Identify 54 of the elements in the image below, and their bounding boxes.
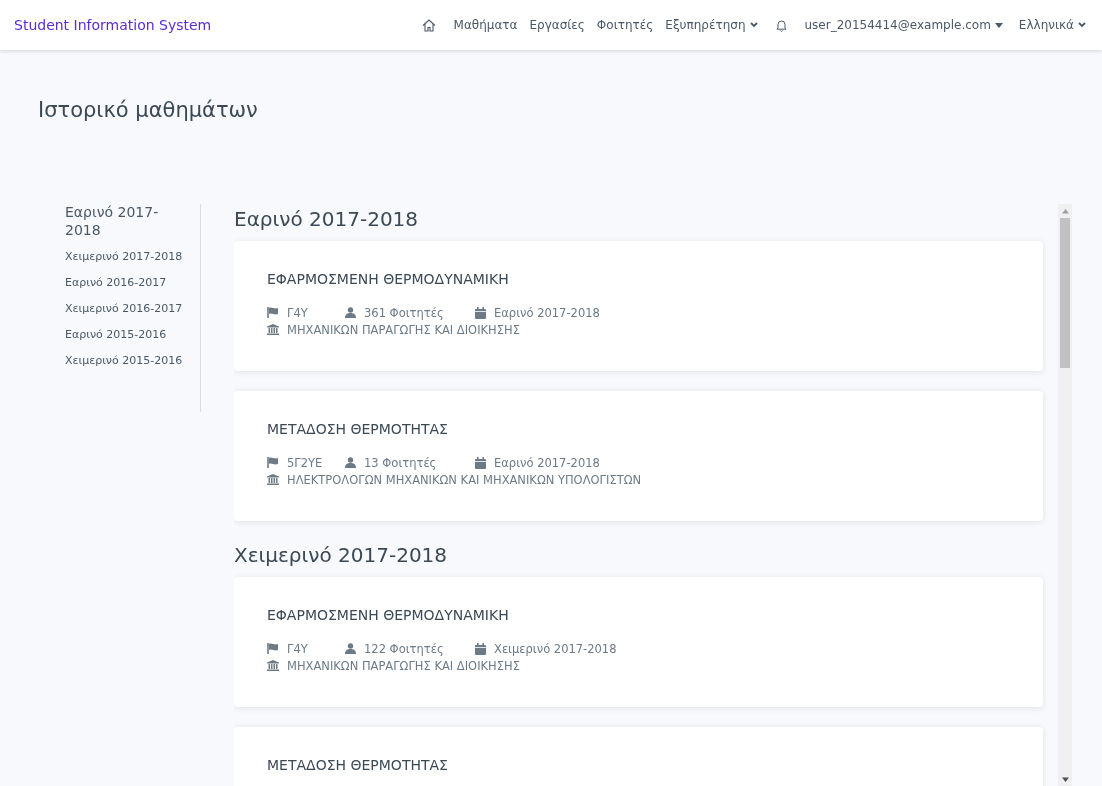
calendar-icon [475, 642, 486, 655]
course-title: ΜΕΤΑΔΟΣΗ ΘΕΡΜΟΤΗΤΑΣ [267, 421, 449, 437]
department-name: ΜΗΧΑΝΙΚΩΝ ΠΑΡΑΓΩΓΗΣ ΚΑΙ ΔΙΟΙΚΗΣΗΣ [287, 658, 520, 673]
scroll-down-icon[interactable] [1061, 777, 1069, 782]
scroll-up-icon[interactable] [1061, 209, 1069, 214]
course-semester: Εαρινό 2017-2018 [494, 455, 600, 470]
course-card[interactable]: ΜΕΤΑΔΟΣΗ ΘΕΡΜΟΤΗΤΑΣ 5Γ2ΥΕ 13 Φοιτητές Εαρινό 2017-2018 ΗΛΕΚΤΡΟΛΟΓΩΝ ΜΗΧΑΝΙΚΩΝ ΚΑΙ ΜΗΧΑΝΙΚΩΝ ΥΠΟΛΟΓΙΣΤΩΝ [234, 391, 1043, 521]
scrollbar[interactable] [1058, 204, 1072, 786]
course-code: Γ4Υ [287, 305, 308, 320]
calendar-icon [475, 456, 486, 469]
course-title: ΕΦΑΡΜΟΣΜΕΝΗ ΘΕΡΜΟΔΥΝΑΜΙΚΗ [267, 271, 510, 287]
semester-heading: Εαρινό 2017-2018 [234, 207, 420, 231]
brand-title[interactable]: Student Information System [14, 17, 212, 33]
institution-icon [267, 324, 279, 335]
semester-link[interactable]: Εαρινό 2016-2017 [65, 275, 167, 291]
course-title: ΕΦΑΡΜΟΣΜΕΝΗ ΘΕΡΜΟΔΥΝΑΜΙΚΗ [267, 607, 510, 623]
department-name: ΗΛΕΚΤΡΟΛΟΓΩΝ ΜΗΧΑΝΙΚΩΝ ΚΑΙ ΜΗΧΑΝΙΚΩΝ ΥΠΟΛΟΓΙΣΤΩΝ [287, 472, 642, 487]
institution-icon [267, 660, 279, 671]
nav-link[interactable]: Εργασίες [523, 18, 591, 32]
semester-link[interactable]: Χειμερινό 2016-2017 [65, 301, 183, 317]
calendar-icon [475, 306, 486, 319]
course-card[interactable]: ΜΕΤΑΔΟΣΗ ΘΕΡΜΟΤΗΤΑΣ [234, 727, 1043, 786]
course-semester: Χειμερινό 2017-2018 [494, 641, 617, 656]
language-menu[interactable]: Ελληνικά [1008, 18, 1092, 32]
student-count: 361 Φοιτητές [364, 305, 444, 320]
institution-icon [267, 474, 279, 485]
flag-icon [267, 307, 279, 318]
nav-link[interactable]: Εξυπηρέτηση [659, 18, 764, 32]
flag-icon [267, 457, 279, 468]
course-title: ΜΕΤΑΔΟΣΗ ΘΕΡΜΟΤΗΤΑΣ [267, 757, 449, 773]
course-card[interactable]: ΕΦΑΡΜΟΣΜΕΝΗ ΘΕΡΜΟΔΥΝΑΜΙΚΗ Γ4Υ 122 Φοιτητές Χειμερινό 2017-2018 ΜΗΧΑΝΙΚΩΝ ΠΑΡΑΓΩΓΗΣ ΚΑΙ ΔΙΟΙΚΗΣΗΣ [234, 577, 1043, 707]
user-icon [345, 643, 356, 654]
course-code: 5Γ2ΥΕ [287, 455, 323, 470]
caret-icon [994, 22, 1003, 28]
student-count: 13 Φοιτητές [364, 455, 437, 470]
nav-link[interactable]: Φοιτητές [590, 18, 660, 32]
user-icon [345, 457, 356, 468]
semester-link[interactable]: Εαρινό 2015-2016 [65, 327, 167, 343]
nav-link[interactable]: Μαθήματα [447, 18, 524, 32]
semester-heading: Χειμερινό 2017-2018 [234, 543, 449, 567]
user-menu[interactable]: user_20154414@example.com [798, 18, 1009, 32]
department-name: ΜΗΧΑΝΙΚΩΝ ΠΑΡΑΓΩΓΗΣ ΚΑΙ ΔΙΟΙΚΗΣΗΣ [287, 322, 520, 337]
semester-link[interactable]: Εαρινό 2017-2018 [65, 204, 187, 239]
scrollbar-thumb[interactable] [1060, 218, 1070, 368]
semester-link[interactable]: Χειμερινό 2015-2016 [65, 353, 183, 369]
flag-icon [267, 643, 279, 654]
page-title: Ιστορικό μαθημάτων [38, 98, 259, 122]
semester-link[interactable]: Χειμερινό 2017-2018 [65, 249, 183, 265]
student-count: 122 Φοιτητές [364, 641, 444, 656]
user-icon [345, 307, 356, 318]
course-semester: Εαρινό 2017-2018 [494, 305, 600, 320]
course-code: Γ4Υ [287, 641, 308, 656]
caret-icon [1078, 22, 1086, 28]
course-card[interactable]: ΕΦΑΡΜΟΣΜΕΝΗ ΘΕΡΜΟΔΥΝΑΜΙΚΗ Γ4Υ 361 Φοιτητές Εαρινό 2017-2018 ΜΗΧΑΝΙΚΩΝ ΠΑΡΑΓΩΓΗΣ ΚΑΙ ΔΙΟΙΚΗΣΗΣ [234, 241, 1043, 371]
